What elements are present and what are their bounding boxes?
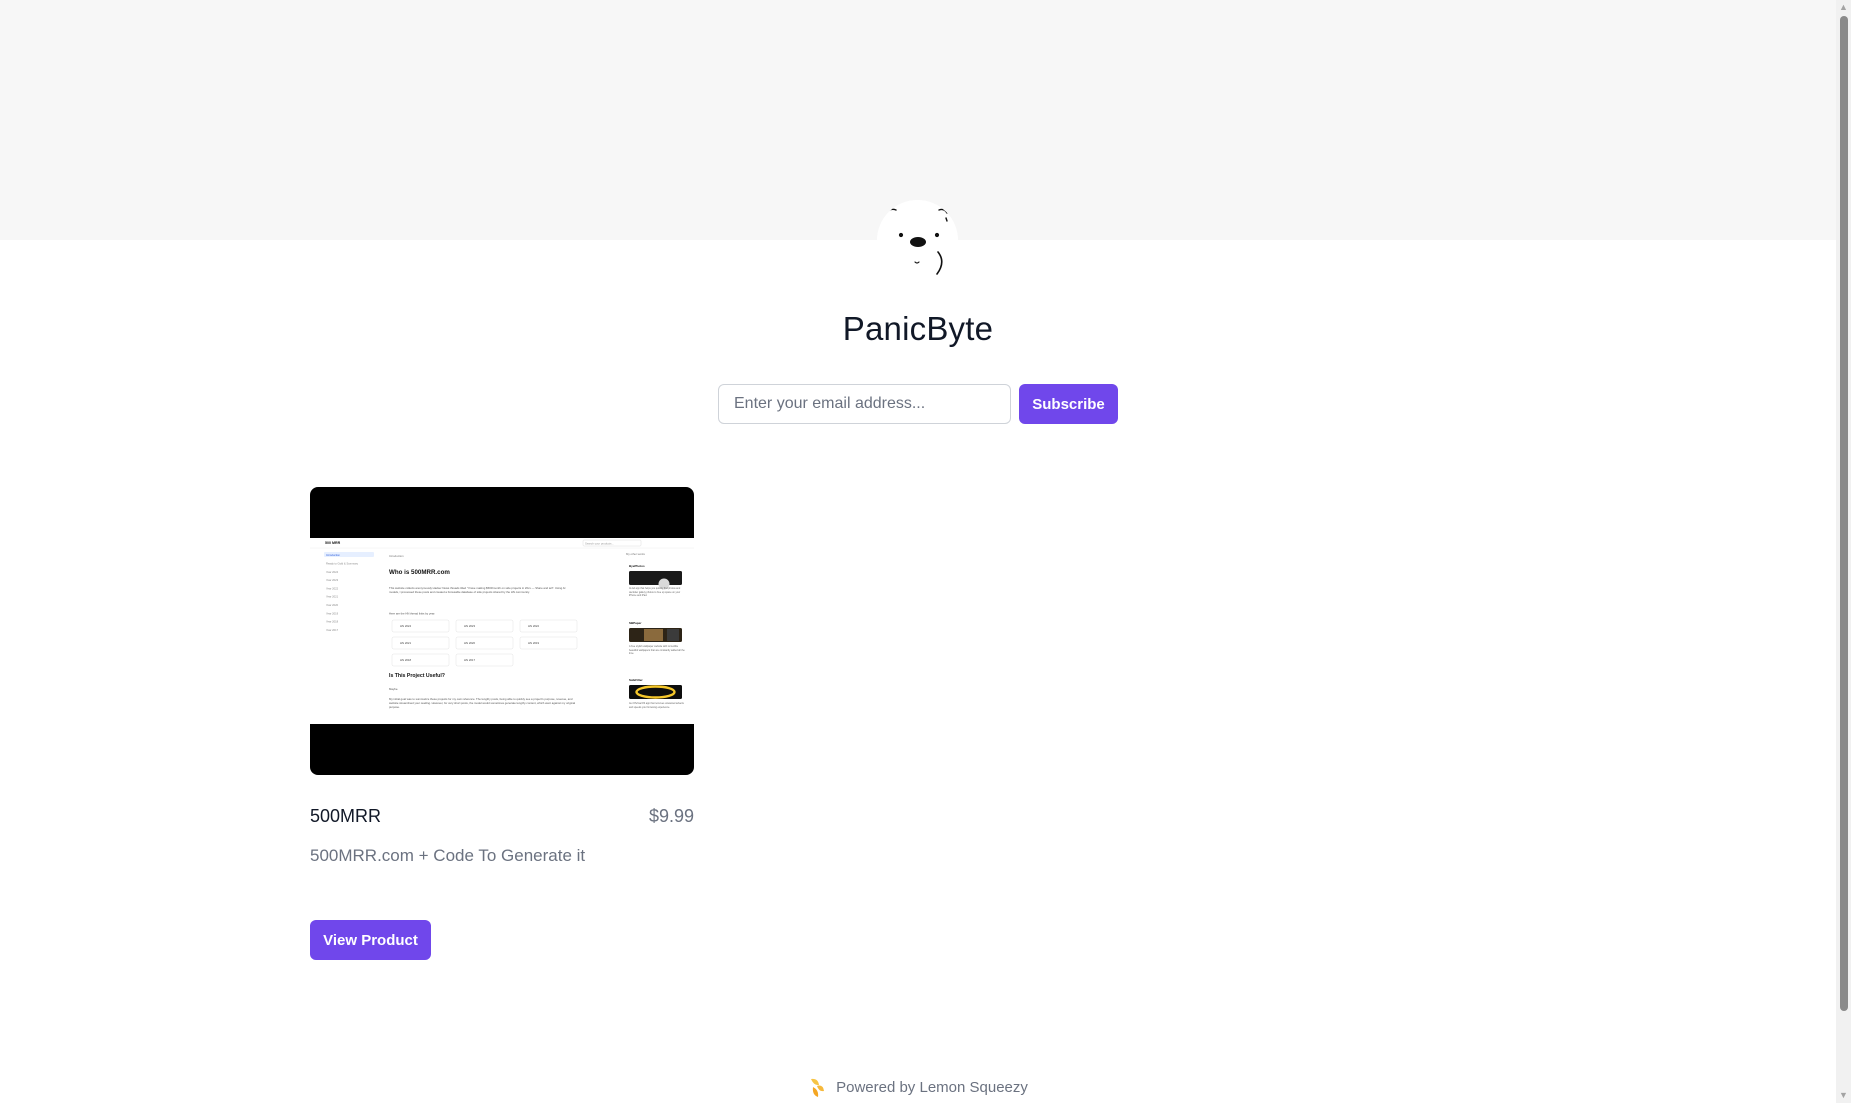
thumb-side-name-2: SafeFilter bbox=[629, 678, 644, 682]
thumb-link-0: HN 2024 bbox=[400, 624, 411, 628]
thumb-side-title: My other works bbox=[626, 552, 646, 556]
thumb-side-desc-1: A free stylish wallpaper website with in… bbox=[629, 645, 685, 656]
thumb-nav-2: Year 2024 bbox=[326, 570, 339, 574]
product-description: 500MRR.com + Code To Generate it bbox=[310, 846, 586, 865]
thumb-link-3: HN 2021 bbox=[400, 641, 411, 645]
scroll-down-icon[interactable]: ▼ bbox=[1836, 1088, 1851, 1103]
page-scrollbar[interactable]: ▲ ▼ bbox=[1836, 0, 1851, 1103]
thumb-search: Search your products... bbox=[585, 541, 614, 545]
subscribe-form: Subscribe bbox=[718, 384, 1118, 424]
thumb-link-1: HN 2023 bbox=[464, 624, 475, 628]
product-price: $9.99 bbox=[648, 806, 694, 826]
thumb-crumb: Introduction bbox=[389, 554, 404, 558]
thumb-brand: 500 MRR bbox=[325, 541, 341, 545]
thumb-nav-3: Year 2023 bbox=[326, 578, 339, 582]
thumb-link-2: HN 2022 bbox=[528, 624, 539, 628]
thumb-heading2: Is This Project Useful? bbox=[389, 673, 445, 679]
thumb-side-name-0: ByePhotos bbox=[629, 564, 645, 568]
thumb-nav-1: Ready to Gold & Summary bbox=[326, 562, 359, 566]
thumb-side-name-1: SBPaper bbox=[629, 621, 642, 625]
polar-bear-icon bbox=[877, 200, 958, 281]
thumb-side-desc-2: Au iOS/macOS app that removes unwanted a… bbox=[629, 702, 684, 709]
footer[interactable]: Powered by Lemon Squeezy bbox=[0, 1076, 1836, 1098]
thumb-link-5: HN 2019 bbox=[528, 641, 539, 645]
email-input[interactable] bbox=[718, 384, 1011, 424]
thumb-nav-5: Year 2021 bbox=[326, 595, 339, 599]
thumb-nav-0: Introduction bbox=[326, 553, 341, 557]
thumb-nav-7: Year 2019 bbox=[326, 611, 339, 615]
thumb-paragraph2: Here are the HN thread links by year: bbox=[389, 612, 435, 616]
product-thumbnail[interactable]: 500 MRR Search your products... Introduc… bbox=[310, 487, 694, 775]
scroll-up-icon[interactable]: ▲ bbox=[1836, 0, 1851, 15]
store-page: PanicByte Subscribe 500 MRR Search your … bbox=[0, 0, 1836, 1103]
thumb-link-4: HN 2020 bbox=[464, 641, 475, 645]
view-product-button[interactable]: View Product bbox=[310, 920, 431, 960]
store-avatar bbox=[877, 200, 958, 281]
store-title: PanicByte bbox=[842, 310, 994, 347]
thumb-nav-8: Year 2018 bbox=[326, 620, 339, 624]
thumb-heading: Who is 500MRR.com bbox=[389, 569, 450, 576]
thumb-nav-6: Year 2020 bbox=[326, 603, 339, 607]
thumb-paragraph3: My initial goal was to summarize these p… bbox=[389, 697, 576, 710]
product-name[interactable]: 500MRR bbox=[310, 806, 381, 827]
product-card: 500 MRR Search your products... Introduc… bbox=[310, 487, 694, 866]
product-header: 500MRR $9.99 bbox=[310, 806, 694, 827]
thumb-nav-9: Year 2017 bbox=[326, 628, 339, 632]
lemon-squeezy-icon bbox=[811, 1078, 825, 1097]
scrollbar-thumb[interactable] bbox=[1840, 16, 1848, 1011]
thumb-link-6: HN 2018 bbox=[400, 658, 411, 662]
product-screenshot: 500 MRR Search your products... Introduc… bbox=[310, 538, 694, 724]
thumb-short: Maybe. bbox=[389, 687, 398, 691]
thumb-paragraph: This website collects anonymously Hacker… bbox=[389, 586, 566, 595]
thumb-side-desc-0: AI-Ad app that helps you quickly find ph… bbox=[629, 587, 681, 598]
thumb-nav-4: Year 2022 bbox=[326, 586, 339, 590]
thumb-link-7: HN 2017 bbox=[464, 658, 475, 662]
subscribe-button[interactable]: Subscribe bbox=[1019, 384, 1118, 424]
footer-text: Powered by Lemon Squeezy bbox=[836, 1078, 1028, 1096]
